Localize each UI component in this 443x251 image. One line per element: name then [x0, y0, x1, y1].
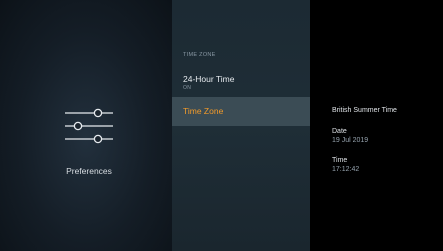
menu-item-title: Time Zone: [183, 106, 224, 116]
menu-item-time-zone[interactable]: Time Zone: [172, 97, 310, 126]
section-header: TIME ZONE: [183, 52, 216, 58]
category-panel: Preferences: [0, 0, 172, 251]
time-label: Time: [332, 157, 348, 164]
sliders-icon: [65, 108, 113, 144]
time-zone-name: British Summer Time: [332, 107, 397, 114]
date-label: Date: [332, 128, 347, 135]
menu-item-title: 24-Hour Time: [183, 74, 235, 84]
detail-panel: British Summer Time Date 19 Jul 2019 Tim…: [310, 0, 443, 251]
menu-item-status: ON: [183, 85, 192, 91]
time-value: 17:12:42: [332, 166, 360, 173]
settings-screen: Preferences TIME ZONE 24-Hour Time ON Ti…: [0, 0, 443, 251]
category-label: Preferences: [66, 166, 112, 176]
options-panel: TIME ZONE 24-Hour Time ON Time Zone: [172, 0, 310, 251]
date-value: 19 Jul 2019: [332, 137, 369, 144]
menu-item-24-hour-time[interactable]: 24-Hour Time ON: [172, 68, 310, 92]
